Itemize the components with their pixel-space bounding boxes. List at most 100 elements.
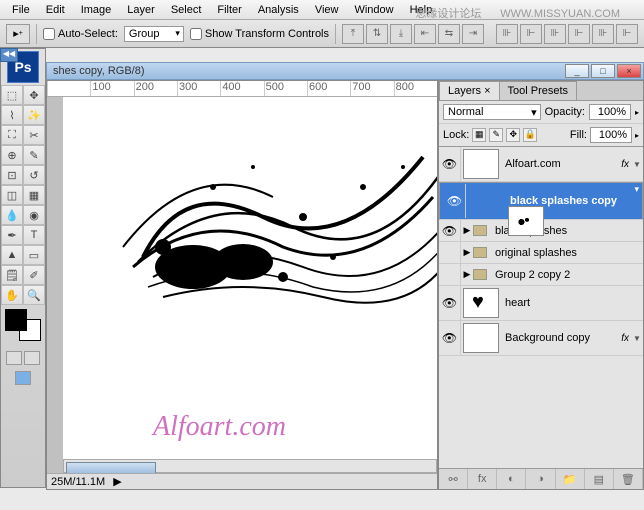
layer-thumbnail[interactable] xyxy=(463,149,499,179)
fill-arrow-icon[interactable]: ▸ xyxy=(635,131,639,140)
dist-3-icon[interactable]: ⊪ xyxy=(544,24,566,44)
menu-filter[interactable]: Filter xyxy=(209,2,249,18)
layer-name[interactable]: original splashes xyxy=(491,247,643,259)
layer-row[interactable]: 👁 Background copyfx ▼ xyxy=(439,321,643,356)
dodge-tool[interactable]: ◉ xyxy=(23,205,45,225)
link-layers-icon[interactable]: ⚯ xyxy=(439,469,468,489)
fx-badge[interactable]: fx xyxy=(621,333,629,344)
tab-layers[interactable]: Layers × xyxy=(439,81,500,100)
type-tool[interactable]: T xyxy=(23,225,45,245)
visibility-toggle[interactable]: 👁 xyxy=(439,147,461,181)
wand-tool[interactable]: ✨ xyxy=(23,105,45,125)
status-arrow-icon[interactable]: ▶ xyxy=(113,475,121,488)
dist-2-icon[interactable]: ⊩ xyxy=(520,24,542,44)
blend-mode-dropdown[interactable]: Normal xyxy=(443,104,541,120)
layer-row[interactable]: ▶ original splashes xyxy=(439,242,643,264)
expand-arrow-icon[interactable]: ▶ xyxy=(461,225,473,236)
auto-select-check[interactable]: Auto-Select: xyxy=(43,28,118,40)
pen-tool[interactable]: ✒ xyxy=(1,225,23,245)
dist-1-icon[interactable]: ⊪ xyxy=(496,24,518,44)
layer-name[interactable]: Background copy xyxy=(501,332,621,344)
visibility-toggle[interactable]: 👁 xyxy=(439,220,461,241)
quickmask-mode-icon[interactable] xyxy=(24,351,40,365)
fx-expand-icon[interactable]: ▼ xyxy=(633,334,643,343)
move-tool-indicator[interactable]: ▸+ xyxy=(6,24,30,44)
stamp-tool[interactable]: ⊡ xyxy=(1,165,23,185)
show-transform-check[interactable]: Show Transform Controls xyxy=(190,28,329,40)
menu-analysis[interactable]: Analysis xyxy=(250,2,307,18)
opacity-input[interactable]: 100% xyxy=(589,104,631,120)
visibility-toggle[interactable]: 👁 xyxy=(439,321,461,355)
layer-row[interactable]: 👁 heart xyxy=(439,286,643,321)
path-select-tool[interactable]: ▲ xyxy=(1,245,23,265)
gradient-tool[interactable]: ▦ xyxy=(23,185,45,205)
menu-view[interactable]: View xyxy=(307,2,347,18)
visibility-toggle[interactable]: 👁 xyxy=(439,286,461,320)
minimize-button[interactable]: _ xyxy=(565,64,589,78)
delete-layer-icon[interactable]: 🗑 xyxy=(614,469,643,489)
heal-tool[interactable]: ⊕ xyxy=(1,145,23,165)
tab-tool-presets[interactable]: Tool Presets xyxy=(499,81,578,100)
slice-tool[interactable]: ✂ xyxy=(23,125,45,145)
adjustment-layer-icon[interactable]: ◑ xyxy=(526,469,555,489)
horizontal-ruler[interactable]: 100200300400500600700800 xyxy=(47,81,437,97)
menu-edit[interactable]: Edit xyxy=(38,2,73,18)
menu-file[interactable]: File xyxy=(4,2,38,18)
layer-mask-icon[interactable]: ◐ xyxy=(497,469,526,489)
lasso-tool[interactable]: ⌇ xyxy=(1,105,23,125)
fx-badge[interactable]: fx xyxy=(621,159,629,170)
layer-row[interactable]: 👁 Alfoart.comfx ▼ xyxy=(439,147,643,182)
visibility-toggle[interactable] xyxy=(439,264,461,285)
hand-tool[interactable]: ✋ xyxy=(1,285,23,305)
layer-name[interactable]: heart xyxy=(501,297,643,309)
notes-tool[interactable]: 🗒 xyxy=(1,265,23,285)
menu-layer[interactable]: Layer xyxy=(119,2,163,18)
shape-tool[interactable]: ▭ xyxy=(23,245,45,265)
horizontal-scrollbar[interactable] xyxy=(63,459,437,473)
layer-thumbnail[interactable] xyxy=(508,206,544,236)
fill-input[interactable]: 100% xyxy=(590,127,632,143)
auto-select-dropdown[interactable]: Group xyxy=(124,26,184,42)
layer-group-icon[interactable]: 📁 xyxy=(556,469,585,489)
expand-arrow-icon[interactable]: ▶ xyxy=(461,269,473,280)
layer-name[interactable]: Group 2 copy 2 xyxy=(491,269,643,281)
panel-collapse-grip[interactable]: ◀◀ xyxy=(0,48,18,62)
screen-mode-icon[interactable] xyxy=(15,371,31,385)
maximize-button[interactable]: □ xyxy=(591,64,615,78)
color-swatches[interactable] xyxy=(5,309,41,341)
opacity-arrow-icon[interactable]: ▸ xyxy=(635,108,639,117)
marquee-tool[interactable]: ⬚ xyxy=(1,85,23,105)
expand-arrow-icon[interactable]: ▶ xyxy=(461,247,473,258)
fg-color-swatch[interactable] xyxy=(5,309,27,331)
visibility-toggle[interactable] xyxy=(439,242,461,263)
layer-name[interactable]: Alfoart.com xyxy=(501,158,621,170)
lock-all-icon[interactable]: 🔒 xyxy=(523,128,537,142)
align-vcenter-icon[interactable]: ⇅ xyxy=(366,24,388,44)
close-button[interactable]: × xyxy=(617,64,641,78)
eyedropper-tool[interactable]: ✐ xyxy=(23,265,45,285)
zoom-tool[interactable]: 🔍 xyxy=(23,285,45,305)
align-bottom-icon[interactable]: ⤓ xyxy=(390,24,412,44)
status-zoom[interactable]: 25M/11.1M xyxy=(51,476,105,488)
fx-expand-icon[interactable]: ▼ xyxy=(633,160,643,169)
lock-position-icon[interactable]: ✥ xyxy=(506,128,520,142)
lock-pixels-icon[interactable]: ✎ xyxy=(489,128,503,142)
menu-window[interactable]: Window xyxy=(346,2,401,18)
dist-6-icon[interactable]: ⊩ xyxy=(616,24,638,44)
lock-transparency-icon[interactable]: ▦ xyxy=(472,128,486,142)
align-top-icon[interactable]: ⤒ xyxy=(342,24,364,44)
history-brush-tool[interactable]: ↺ xyxy=(23,165,45,185)
visibility-toggle[interactable]: 👁 xyxy=(444,184,466,218)
brush-tool[interactable]: ✎ xyxy=(23,145,45,165)
dist-5-icon[interactable]: ⊪ xyxy=(592,24,614,44)
dist-4-icon[interactable]: ⊩ xyxy=(568,24,590,44)
align-right-icon[interactable]: ⇥ xyxy=(462,24,484,44)
layer-thumbnail[interactable] xyxy=(463,323,499,353)
align-left-icon[interactable]: ⇤ xyxy=(414,24,436,44)
menu-image[interactable]: Image xyxy=(73,2,120,18)
layer-row[interactable]: ▶ Group 2 copy 2 xyxy=(439,264,643,286)
layer-row[interactable]: 👁black splashes copy xyxy=(439,182,643,220)
move-tool[interactable]: ✥ xyxy=(23,85,45,105)
layer-thumbnail[interactable] xyxy=(463,288,499,318)
eraser-tool[interactable]: ◫ xyxy=(1,185,23,205)
